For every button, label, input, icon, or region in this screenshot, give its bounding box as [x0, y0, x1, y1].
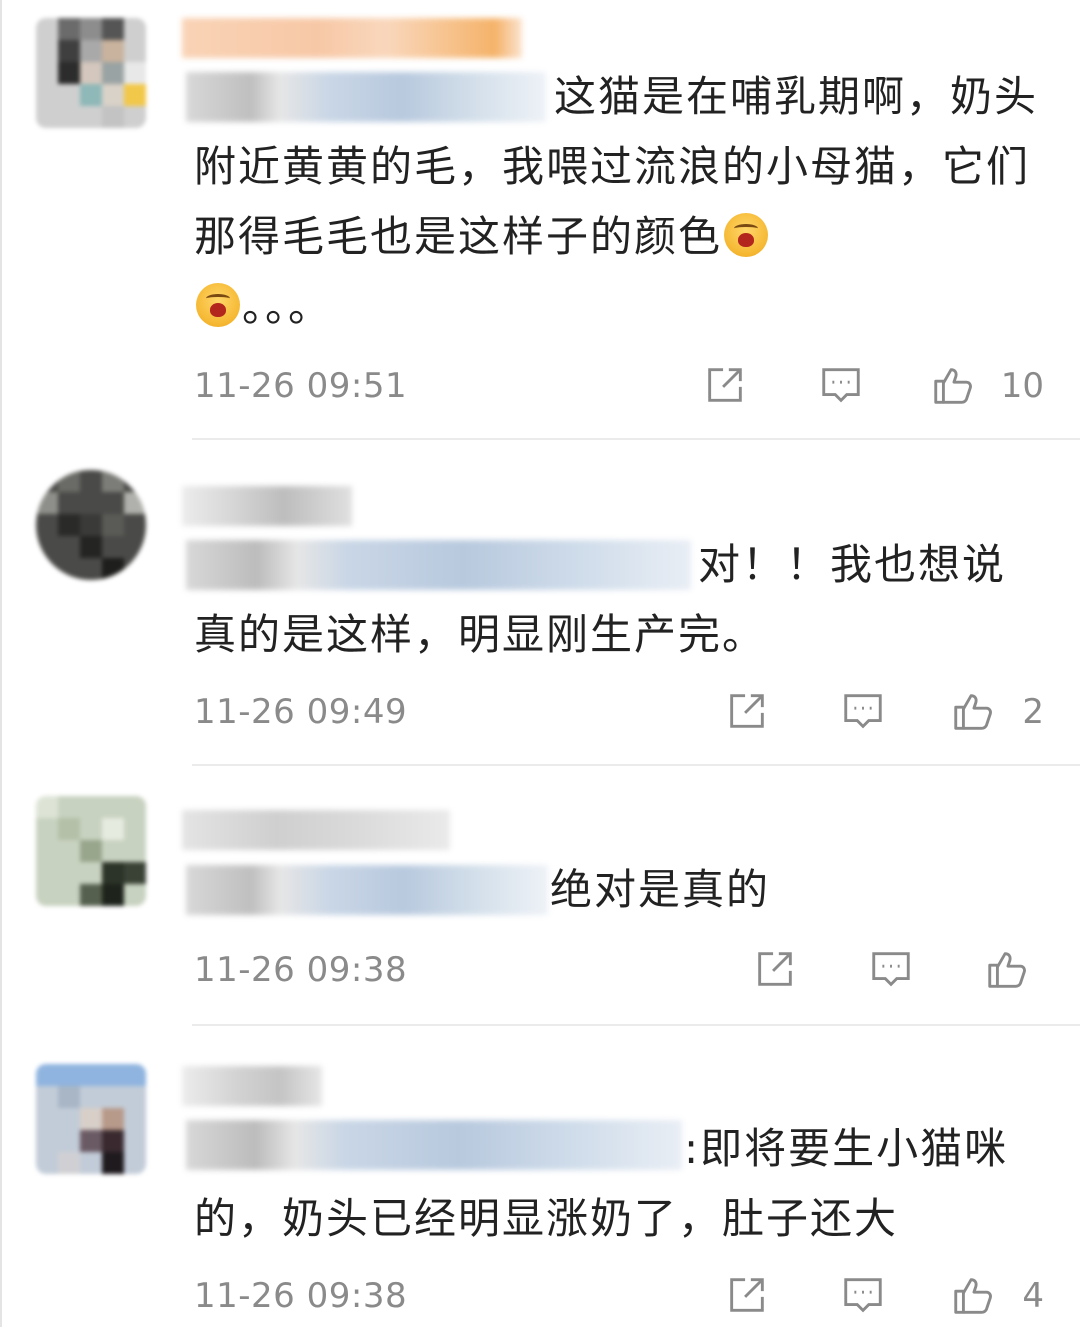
- username-blurred[interactable]: [182, 1066, 322, 1106]
- like-button[interactable]: [984, 946, 1034, 996]
- share-icon: [730, 694, 764, 728]
- reply-button[interactable]: [840, 688, 890, 738]
- comment-text: 绝对是真的: [194, 855, 1040, 925]
- thumbs-up-icon: [954, 1278, 992, 1314]
- like-count: 10: [1000, 366, 1044, 406]
- comment-text-content: :即将要生小猫咪的，奶头已经明显涨奶了，肚子还大: [194, 1124, 1009, 1243]
- comment-divider: [192, 764, 1080, 766]
- like-count: 2: [1022, 692, 1044, 732]
- timestamp: 11-26 09:51: [194, 366, 408, 406]
- comment-text-content: 这猫是在哺乳期啊，奶头附近黄黄的毛，我喂过流浪的小母猫，它们那得毛毛也是这样子的…: [194, 72, 1039, 261]
- share-icon: [730, 1278, 764, 1312]
- share-button[interactable]: [724, 1272, 774, 1322]
- thumbs-up-icon: [954, 694, 992, 730]
- timestamp: 11-26 09:38: [194, 1276, 408, 1316]
- crying-face-emoji-icon: [196, 283, 240, 327]
- comment-text: 对！！我也想说真的是这样，明显刚生产完。: [194, 530, 1040, 670]
- comment-footer: 11-26 09:38: [194, 942, 1044, 1002]
- thumbs-up-icon: [988, 952, 1026, 988]
- avatar[interactable]: [36, 470, 146, 580]
- share-button[interactable]: [724, 688, 774, 738]
- page-left-border: [0, 0, 2, 1327]
- comment-text-end: 。。。: [242, 282, 333, 331]
- timestamp: 11-26 09:38: [194, 950, 408, 990]
- share-icon: [708, 368, 742, 402]
- thumbs-up-icon: [934, 368, 972, 404]
- comment-icon: [844, 1278, 882, 1313]
- comment-text: :即将要生小猫咪的，奶头已经明显涨奶了，肚子还大: [194, 1114, 1040, 1254]
- comment-divider: [192, 438, 1080, 440]
- like-button[interactable]: [930, 362, 980, 412]
- comment-footer: 11-26 09:49 2: [194, 684, 1044, 744]
- share-icon: [758, 952, 792, 986]
- username-blurred[interactable]: [182, 810, 450, 850]
- comment-icon: [872, 952, 910, 987]
- comment-footer: 11-26 09:38 4: [194, 1268, 1044, 1328]
- comment-footer: 11-26 09:51 10: [194, 358, 1044, 418]
- like-button[interactable]: [950, 688, 1000, 738]
- comment-icon: [822, 368, 860, 403]
- username-blurred[interactable]: [182, 18, 522, 58]
- share-button[interactable]: [752, 946, 802, 996]
- reply-button[interactable]: [818, 362, 868, 412]
- avatar[interactable]: [36, 18, 146, 128]
- comment-divider: [192, 1024, 1080, 1026]
- avatar[interactable]: [36, 796, 146, 906]
- reply-button[interactable]: [868, 946, 918, 996]
- like-count: 4: [1022, 1276, 1044, 1316]
- timestamp: 11-26 09:49: [194, 692, 408, 732]
- comment-icon: [844, 694, 882, 729]
- username-blurred[interactable]: [182, 486, 352, 526]
- avatar[interactable]: [36, 1064, 146, 1174]
- comment-text-content: 绝对是真的: [550, 865, 771, 914]
- crying-face-emoji-icon: [724, 213, 769, 257]
- comment-text-content: 对！！我也想说真的是这样，明显刚生产完。: [194, 540, 1007, 659]
- like-button[interactable]: [950, 1272, 1000, 1322]
- share-button[interactable]: [702, 362, 752, 412]
- reply-button[interactable]: [840, 1272, 890, 1322]
- comment-text: 这猫是在哺乳期啊，奶头附近黄黄的毛，我喂过流浪的小母猫，它们那得毛毛也是这样子的…: [194, 62, 1040, 342]
